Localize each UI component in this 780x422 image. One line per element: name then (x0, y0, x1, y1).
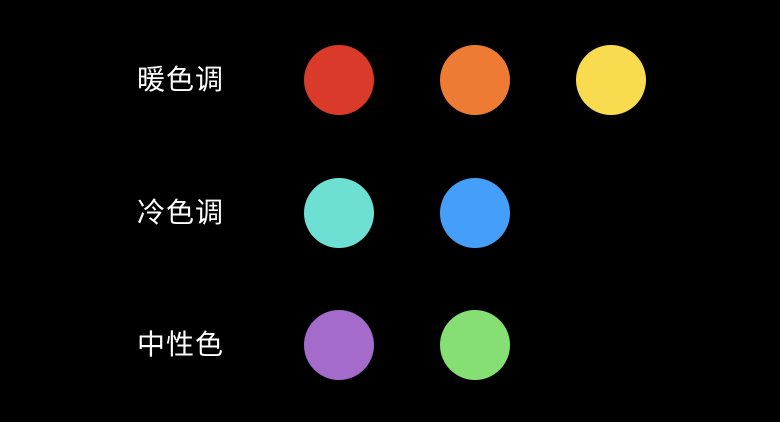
swatch-cyan (304, 178, 374, 248)
swatch-green (440, 310, 510, 380)
row-neutral-tones: 中性色 (0, 310, 780, 380)
row-label-warm: 暖色调 (137, 63, 225, 96)
swatch-yellow (576, 45, 646, 115)
row-warm-tones: 暖色调 (0, 45, 780, 115)
row-cool-tones: 冷色调 (0, 178, 780, 248)
row-label-neutral: 中性色 (137, 328, 225, 361)
swatch-orange (440, 45, 510, 115)
row-label-cool: 冷色调 (137, 196, 225, 229)
swatch-purple (304, 310, 374, 380)
color-palette-canvas: 暖色调 冷色调 中性色 (0, 0, 780, 422)
swatch-blue (440, 178, 510, 248)
swatch-red (304, 45, 374, 115)
